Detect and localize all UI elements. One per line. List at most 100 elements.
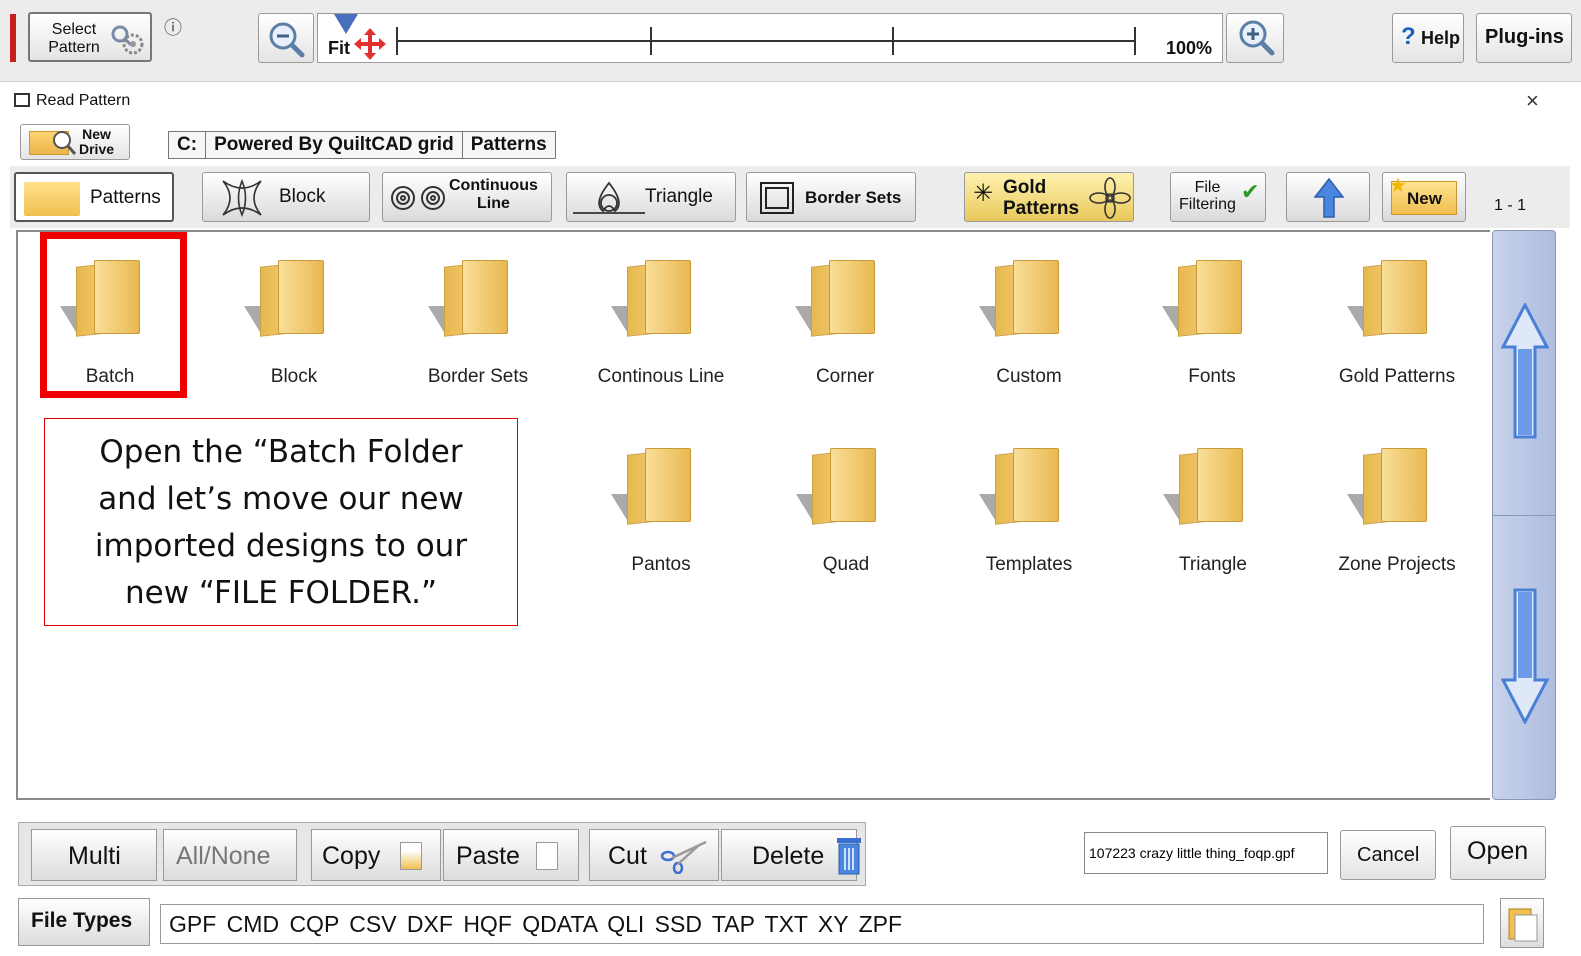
folder-icon bbox=[1347, 444, 1431, 525]
folder-label: Block bbox=[270, 366, 318, 387]
copy-button[interactable]: Copy bbox=[311, 829, 441, 881]
breadcrumb-current[interactable]: Patterns bbox=[462, 132, 555, 158]
folder-icon bbox=[611, 256, 695, 337]
folder-label: Custom bbox=[996, 366, 1062, 387]
file-filtering-button[interactable]: File Filtering ✔ bbox=[1170, 172, 1266, 222]
new-drive-button[interactable]: New Drive bbox=[20, 124, 130, 160]
zoom-slider[interactable]: Fit 100% bbox=[317, 13, 1223, 63]
vertical-scrollbar[interactable] bbox=[1492, 230, 1556, 800]
category-border-sets-button[interactable]: Border Sets bbox=[746, 172, 916, 222]
open-button[interactable]: Open bbox=[1450, 826, 1546, 880]
zoom-in-button[interactable] bbox=[1226, 13, 1284, 63]
top-toolbar: Select Pattern ⓘ Fit 100% ? Help Plug-in… bbox=[0, 0, 1581, 82]
folder-pantos[interactable]: Pantos bbox=[571, 430, 751, 590]
multi-label: Multi bbox=[68, 842, 121, 870]
folder-label: Corner bbox=[815, 366, 875, 387]
folder-block[interactable]: Block bbox=[204, 242, 384, 402]
move-icon[interactable] bbox=[354, 28, 386, 60]
cut-button[interactable]: Cut bbox=[589, 829, 719, 881]
folder-triangle[interactable]: Triangle bbox=[1123, 430, 1303, 590]
info-icon[interactable]: ⓘ bbox=[164, 14, 186, 38]
plugins-label: Plug-ins bbox=[1485, 26, 1564, 48]
fit-label[interactable]: Fit bbox=[328, 38, 350, 59]
border-square-icon bbox=[760, 182, 794, 214]
folder-continous-line[interactable]: Continous Line bbox=[571, 242, 751, 402]
category-patterns-button[interactable]: Patterns bbox=[14, 172, 174, 222]
delete-button[interactable]: Delete bbox=[721, 829, 861, 881]
breadcrumb-drive[interactable]: C: bbox=[169, 132, 207, 158]
category-continuous-line-button[interactable]: Continuous Line bbox=[382, 172, 552, 222]
folder-label: Pantos bbox=[631, 554, 691, 575]
callout-line: new “FILE FOLDER.” bbox=[124, 575, 438, 611]
multi-select-button[interactable]: Multi bbox=[31, 829, 157, 881]
category-border-sets-label: Border Sets bbox=[805, 188, 902, 207]
close-icon[interactable]: × bbox=[1526, 88, 1539, 114]
select-pattern-label-2: Pattern bbox=[48, 39, 100, 56]
folder-zone-projects[interactable]: Zone Projects bbox=[1307, 430, 1487, 590]
folder-gold-patterns[interactable]: Gold Patterns bbox=[1307, 242, 1487, 402]
scroll-up-button[interactable] bbox=[1493, 231, 1555, 516]
copy-icon bbox=[400, 842, 422, 870]
checkmark-icon: ✔ bbox=[1241, 179, 1260, 204]
help-icon: ? bbox=[1401, 23, 1416, 50]
cancel-label: Cancel bbox=[1357, 844, 1420, 866]
sparkle-icon: ✳ bbox=[973, 180, 994, 207]
breadcrumb-root[interactable]: Powered By QuiltCAD grid bbox=[206, 132, 463, 158]
select-pattern-button[interactable]: Select Pattern bbox=[28, 12, 152, 62]
new-folder-button[interactable]: ★ New bbox=[1382, 172, 1466, 222]
help-button[interactable]: ? Help bbox=[1392, 13, 1464, 63]
category-block-button[interactable]: Block bbox=[202, 172, 370, 222]
folder-icon bbox=[1162, 256, 1246, 337]
folder-quad[interactable]: Quad bbox=[756, 430, 936, 590]
category-gold-patterns-button[interactable]: ✳ Gold Patterns bbox=[964, 172, 1134, 222]
folder-label: Zone Projects bbox=[1338, 554, 1456, 575]
triangle-knot-icon bbox=[573, 181, 645, 214]
file-filtering-label-2: Filtering bbox=[1179, 196, 1236, 213]
trash-icon bbox=[837, 838, 861, 875]
new-drive-label-1: New bbox=[82, 126, 111, 142]
scissors-icon bbox=[660, 840, 707, 874]
folder-corner[interactable]: Corner bbox=[755, 242, 935, 402]
delete-label: Delete bbox=[752, 842, 825, 870]
file-types-button[interactable]: File Types bbox=[18, 898, 150, 946]
folder-icon bbox=[611, 444, 695, 525]
paste-button[interactable]: Paste bbox=[443, 829, 579, 881]
folder-border-sets[interactable]: Border Sets bbox=[388, 242, 568, 402]
zoom-in-icon bbox=[1239, 20, 1275, 56]
folder-templates[interactable]: Templates bbox=[939, 430, 1119, 590]
folder-icon bbox=[795, 256, 879, 337]
filename-field[interactable] bbox=[1084, 832, 1328, 874]
folder-icon bbox=[979, 444, 1063, 525]
zoom-track[interactable] bbox=[396, 27, 1136, 55]
zoom-value: 100% bbox=[1165, 38, 1212, 58]
plugins-button[interactable]: Plug-ins bbox=[1476, 13, 1572, 63]
folder-fonts[interactable]: Fonts bbox=[1122, 242, 1302, 402]
cancel-button[interactable]: Cancel bbox=[1340, 830, 1436, 880]
page-indicator: 1 - 1 bbox=[1494, 197, 1527, 214]
folder-icon bbox=[796, 444, 880, 525]
zoom-out-button[interactable] bbox=[258, 13, 314, 63]
block-pattern-icon bbox=[222, 178, 262, 218]
category-continuous-label-2: Line bbox=[476, 195, 510, 212]
new-folder-label: New bbox=[1407, 189, 1442, 208]
folder-custom[interactable]: Custom bbox=[939, 242, 1119, 402]
scroll-down-button[interactable] bbox=[1493, 516, 1555, 799]
category-bar: Patterns Block Continuous Line Triangle … bbox=[10, 166, 1570, 228]
copy-label: Copy bbox=[322, 842, 381, 870]
category-triangle-button[interactable]: Triangle bbox=[566, 172, 736, 222]
all-none-button[interactable]: All/None bbox=[163, 829, 297, 881]
folder-icon bbox=[979, 256, 1063, 337]
cut-label: Cut bbox=[608, 842, 647, 870]
instruction-callout: Open the “Batch Folder and let’s move ou… bbox=[44, 418, 518, 626]
all-none-label: All/None bbox=[176, 842, 271, 870]
clipboard-button[interactable] bbox=[1500, 898, 1544, 948]
category-gold-label-2: Patterns bbox=[1003, 198, 1080, 219]
batch-highlight-box bbox=[40, 232, 187, 398]
help-label: Help bbox=[1421, 28, 1461, 48]
folder-label: Gold Patterns bbox=[1338, 366, 1456, 387]
flower-icon bbox=[1089, 177, 1131, 219]
scroll-down-arrow-icon bbox=[1501, 588, 1549, 724]
folder-label: Quad bbox=[822, 554, 870, 575]
zoom-tick bbox=[892, 27, 894, 55]
folder-up-button[interactable] bbox=[1286, 172, 1370, 222]
